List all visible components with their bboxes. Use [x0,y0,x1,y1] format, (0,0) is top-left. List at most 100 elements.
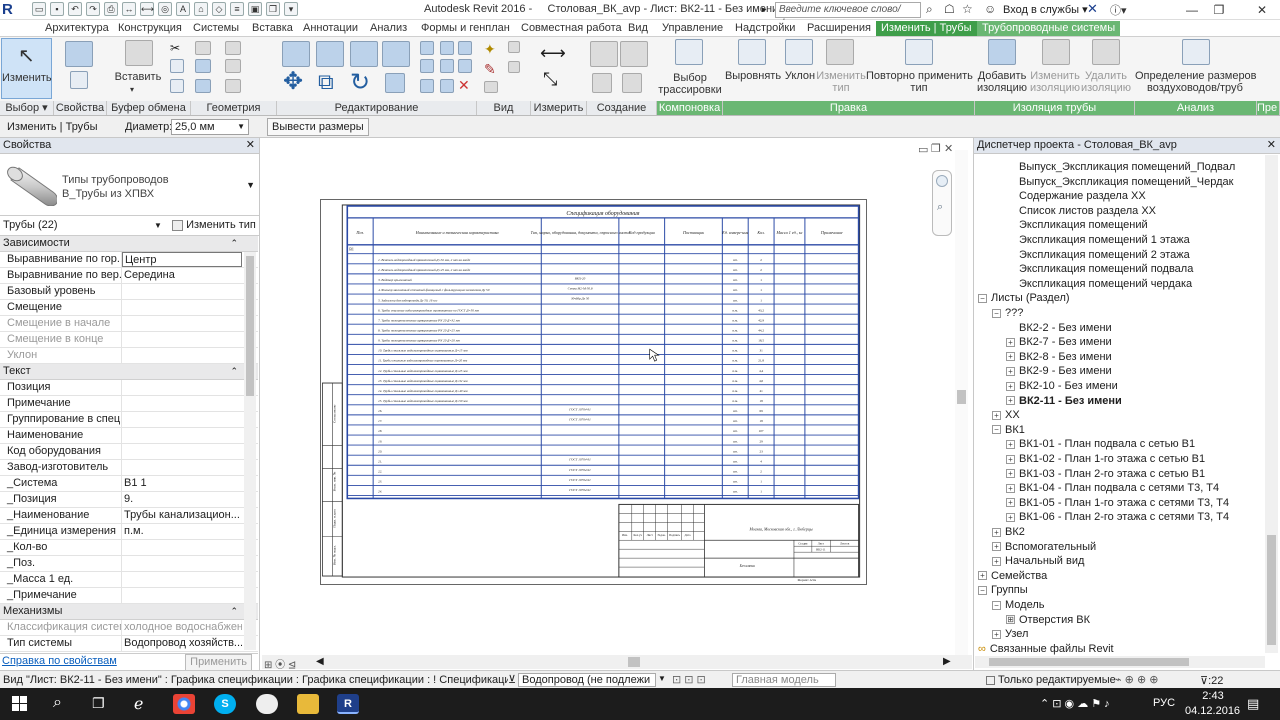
split-gap-icon[interactable] [440,41,454,55]
view-vertical-scrollbar[interactable] [955,150,968,655]
create-assembly-icon[interactable] [620,41,648,67]
property-value[interactable] [122,460,242,475]
sheet-drawing[interactable]: Спецификация оборудования Поз. Наименовани… [320,199,867,585]
cut-geometry-icon[interactable] [195,59,211,73]
tree-item[interactable]: + ВК2-9 - Без имени [1006,364,1112,378]
collapse-icon[interactable]: ⌃ [230,236,238,251]
tree-item[interactable]: Выпуск_Экспликация помещений_Чердак [1006,175,1233,189]
editable-only-checkbox[interactable]: Только редактируемые [986,674,1116,686]
tree-item[interactable]: + XX [992,408,1020,422]
cut-icon[interactable]: ✂ [170,41,180,55]
linework-icon[interactable] [508,61,520,73]
property-row[interactable]: Уклон [0,348,258,364]
tree-item[interactable]: Экспликация помещений 1 этажа [1006,233,1190,247]
add-insulation-icon[interactable] [988,39,1016,65]
expand-icon[interactable]: + [1006,512,1015,522]
create-parts-icon[interactable] [592,73,612,93]
edit-insulation-button[interactable]: Изменить изоляцию [1028,70,1082,94]
property-value[interactable] [122,556,242,571]
unpin-icon[interactable] [440,79,454,93]
tree-item[interactable]: Экспликация помещений [1006,218,1148,232]
expand-icon[interactable]: + [978,571,987,581]
tab-piping-systems[interactable]: Трубопроводные системы [977,21,1121,36]
tree-item[interactable]: Экспликация помещений 2 этажа [1006,248,1190,262]
expand-icon[interactable]: + [1006,366,1015,376]
redo-icon[interactable]: ↷ [86,2,100,16]
collapse-icon[interactable]: ⌃ [230,604,238,619]
expand-icon[interactable]: + [992,556,1001,566]
revit-taskbar-icon[interactable]: R [337,694,359,714]
close-hidden-icon[interactable]: ▣ [248,2,262,16]
property-row[interactable]: Наименование [0,428,258,444]
skype-icon[interactable]: S [214,694,236,714]
property-row[interactable]: _Кол-во [0,540,258,556]
view-visibility-icon[interactable] [508,41,520,53]
expand-icon[interactable]: + [1006,381,1015,391]
copy-element-icon[interactable]: ⧉ [318,69,334,95]
tab-systems[interactable]: Системы [193,21,239,36]
tab-view[interactable]: Вид [628,21,648,36]
scale-icon[interactable] [420,79,434,93]
tray-icons[interactable]: ⌃ ⊡ ◉ ☁ ⚑ ♪ [1040,697,1110,710]
tab-addins[interactable]: Надстройки [735,21,795,36]
scroll-right-icon[interactable]: ▶ [943,656,951,667]
property-row[interactable]: _Наименование Трубы канализацион... [0,508,258,524]
tab-collaborate[interactable]: Совместная работа [521,21,622,36]
tree-item[interactable]: Содержание раздела XX [1006,189,1146,203]
binoculars-icon[interactable]: ⌕ [926,2,933,17]
text-icon[interactable]: A [176,2,190,16]
align-icon[interactable] [282,41,310,67]
array-icon[interactable] [420,59,434,73]
tree-item[interactable]: − ВК1 [992,423,1025,437]
change-type-button[interactable]: Изменить тип [814,70,868,94]
system-select[interactable]: Водопровод (не подлежи [518,673,656,687]
3d-view-icon[interactable]: ⌂ [194,2,208,16]
move-icon[interactable]: ✥ [283,67,303,96]
view-close-icon[interactable]: ✕ [944,142,953,155]
scroll-thumb[interactable] [989,658,1189,666]
collapse-icon[interactable]: − [992,425,1001,435]
justify-button[interactable]: Выровнять [724,70,782,82]
property-value[interactable] [122,412,242,427]
paste-label[interactable]: Вставить [112,71,164,83]
browser-vertical-scrollbar[interactable] [1265,155,1278,653]
category-mechanical[interactable]: Механизмы ⌃ [0,604,258,620]
measure-icon[interactable]: ↔ [122,2,136,16]
tree-item[interactable]: −??? [992,306,1023,320]
property-row[interactable]: _Позиция 9. [0,492,258,508]
subscription-icon[interactable]: ☖ [944,2,955,16]
tree-item[interactable]: + ВК2-8 - Без имени [1006,350,1112,364]
slope-button[interactable]: Уклон [782,70,818,82]
add-insulation-button[interactable]: Добавить изоляцию [976,70,1028,94]
browser-horizontal-scrollbar[interactable] [975,656,1265,668]
reapply-type-icon[interactable] [905,39,933,65]
mirror-axis-icon[interactable] [350,41,378,67]
tree-item[interactable]: ∞ Связанные файлы Revit [978,642,1114,656]
property-row[interactable]: Тип системы Водопровод хозяйств... [0,636,258,652]
design-option-select[interactable]: Главная модель [732,673,836,687]
editing-request-icons[interactable]: ⊡ ⊡ ⊡ [672,673,706,686]
section-icon[interactable]: ◇ [212,2,226,16]
property-value[interactable]: холодное водоснабжен... [122,620,242,635]
tab-analyze[interactable]: Анализ [370,21,407,36]
close-icon[interactable]: ✕ [1250,2,1274,18]
tree-item[interactable]: Список листов раздела XX [1006,204,1156,218]
duct-sizing-icon[interactable] [1182,39,1210,65]
chrome-icon[interactable] [173,694,195,714]
property-value[interactable]: В1 1 [122,476,242,491]
join-geometry-icon[interactable] [195,79,211,93]
tree-item[interactable]: − Листы (Раздел) [978,291,1070,305]
search-expand-icon[interactable]: ▸ [762,4,767,15]
windows-start-icon[interactable] [12,696,28,712]
filter-icon[interactable]: ⊽:22 [1200,674,1223,687]
task-view-icon[interactable]: ❐ [92,695,105,712]
type-selector[interactable]: Типы трубопроводов В_Трубы из ХПВХ ▼ [0,154,259,216]
tree-item[interactable]: + ВК1-01 - План подвала с сетью В1 [1006,437,1195,451]
properties-icon[interactable] [65,41,93,67]
copy-icon[interactable] [170,59,184,73]
file-explorer-icon[interactable] [297,694,319,714]
property-value[interactable] [122,396,242,411]
tree-item[interactable]: + ВК2-10 - Без имени [1006,379,1118,393]
chevron-down-icon[interactable]: ▼ [154,216,162,235]
tree-item[interactable]: ВК2-2 - Без имени [1006,321,1112,335]
